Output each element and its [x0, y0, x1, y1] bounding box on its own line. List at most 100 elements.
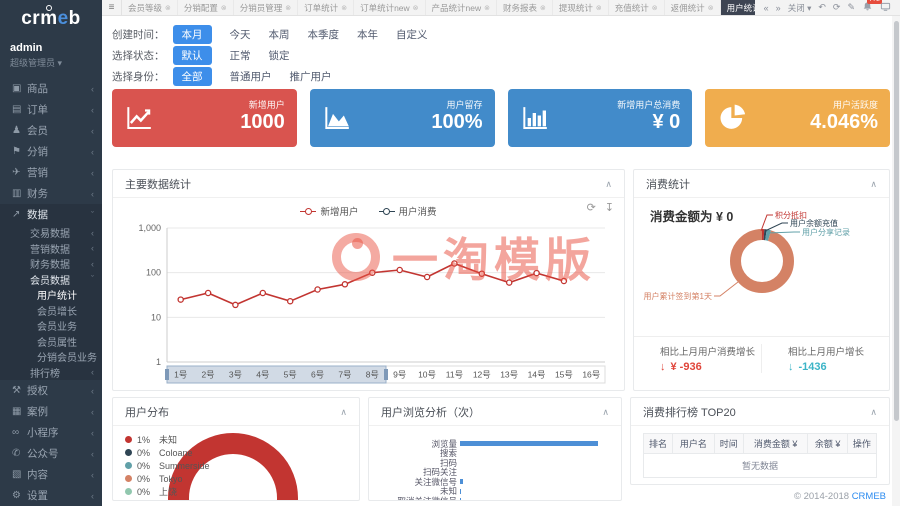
tab-close-icon[interactable]: ⊗: [413, 4, 419, 12]
sidebar-item-授权[interactable]: ⚒授权‹: [0, 380, 102, 401]
chart-download-icon[interactable]: ↧: [605, 201, 614, 214]
collapse-icon[interactable]: ∧: [870, 407, 877, 418]
dist-legend-上饶[interactable]: 0%上饶: [125, 485, 210, 498]
legend-label: Summerside: [159, 461, 210, 471]
filter-option-推广用户[interactable]: 推广用户: [290, 67, 332, 86]
filter-option-今天[interactable]: 今天: [230, 25, 251, 44]
sidebar-item-会员[interactable]: ♟会员‹: [0, 120, 102, 141]
legend-item-用户消费[interactable]: 用户消费: [379, 204, 437, 218]
sidebar-item-排行榜[interactable]: 排行榜‹: [0, 365, 102, 381]
tab-产品统计new[interactable]: 产品统计new⊗: [426, 0, 497, 15]
tab-close-icon[interactable]: ⊗: [596, 4, 602, 12]
filter-option-本周[interactable]: 本周: [269, 25, 290, 44]
tab-close-icon[interactable]: ⊗: [708, 4, 714, 12]
sidebar-item-会员业务[interactable]: 会员业务: [0, 318, 102, 334]
filter-option-本月[interactable]: 本月: [173, 25, 212, 44]
sidebar-item-分销会员业务[interactable]: 分销会员业务: [0, 349, 102, 365]
browse-bar[interactable]: [460, 441, 598, 446]
tab-返佣统计[interactable]: 返佣统计⊗: [665, 0, 721, 15]
tab-close-icon[interactable]: ⊗: [165, 4, 171, 12]
dist-legend-Coloane[interactable]: 0%Coloane: [125, 446, 210, 459]
tab-提现统计[interactable]: 提现统计⊗: [553, 0, 609, 15]
dist-legend-Tokyo[interactable]: 0%Tokyo: [125, 472, 210, 485]
filters: 创建时间：本月今天本周本季度本年自定义选择状态：默认正常锁定选择身份：全部普通用…: [102, 26, 900, 84]
sidebar-item-设置[interactable]: ⚙设置‹: [0, 485, 102, 506]
collapse-icon[interactable]: ∧: [340, 407, 347, 418]
tab-分销配置[interactable]: 分销配置⊗: [178, 0, 234, 15]
sidebar-item-商品[interactable]: ▣商品‹: [0, 78, 102, 99]
tab-会员等级[interactable]: 会员等级⊗: [122, 0, 178, 15]
filter-option-本年[interactable]: 本年: [357, 25, 378, 44]
sidebar-item-订单[interactable]: ▤订单‹: [0, 99, 102, 120]
tab-close-icon[interactable]: ⊗: [341, 4, 347, 12]
tab-订单统计[interactable]: 订单统计⊗: [298, 0, 354, 15]
sidebar-item-交易数据[interactable]: 交易数据‹: [0, 225, 102, 241]
sidebar-item-会员属性[interactable]: 会员属性: [0, 334, 102, 350]
notifications-bell-icon[interactable]: 772: [862, 1, 873, 14]
sidebar-item-财务[interactable]: ▥财务‹: [0, 183, 102, 204]
user-block[interactable]: admin 超级管理员 ▾: [0, 38, 102, 78]
tab-close-icon[interactable]: ⊗: [221, 4, 227, 12]
scrollbar-thumb[interactable]: [894, 21, 899, 421]
filter-option-正常[interactable]: 正常: [230, 46, 251, 65]
crmeb-link[interactable]: CRMEB: [852, 491, 886, 502]
tab-财务报表[interactable]: 财务报表⊗: [497, 0, 553, 15]
undo-icon[interactable]: ↶: [818, 2, 826, 13]
sidebar-item-会员增长[interactable]: 会员增长: [0, 303, 102, 319]
tab-close-icon[interactable]: ⊗: [285, 4, 291, 12]
filter-option-本季度[interactable]: 本季度: [308, 25, 340, 44]
tab-close-icon[interactable]: ⊗: [484, 4, 490, 12]
legend-dot: [125, 436, 132, 443]
tab-分销员管理[interactable]: 分销员管理⊗: [234, 0, 298, 15]
filter-option-自定义[interactable]: 自定义: [396, 25, 428, 44]
chart-legend: 新增用户 用户消费: [113, 204, 624, 218]
panel-consumption: 消费统计 ∧ 消费金额为 ¥ 0 积分抵扣用户余额充值用户分享记录用户累计签到第…: [633, 169, 890, 391]
chevron-left-icon: ‹: [91, 449, 94, 459]
collapse-icon[interactable]: ∧: [870, 179, 877, 190]
browse-bar[interactable]: [460, 498, 461, 501]
crmeb-logo[interactable]: crmeb: [0, 0, 102, 38]
edit-icon[interactable]: ✎: [847, 2, 855, 13]
sidebar-item-分销[interactable]: ⚑分销‹: [0, 141, 102, 162]
sidebar-item-公众号[interactable]: ✆公众号‹: [0, 443, 102, 464]
collapse-icon[interactable]: ∧: [605, 179, 612, 190]
sidebar-item-数据[interactable]: ↗数据ˇ: [0, 204, 102, 225]
filter-option-全部[interactable]: 全部: [173, 67, 212, 86]
sidebar-item-小程序[interactable]: ∞小程序‹: [0, 422, 102, 443]
tab-close-icon[interactable]: ⊗: [652, 4, 658, 12]
dist-legend-Summerside[interactable]: 0%Summerside: [125, 459, 210, 472]
dist-legend-东城[interactable]: 0%东城: [125, 498, 210, 501]
sidebar-item-案例[interactable]: ▦案例‹: [0, 401, 102, 422]
hamburger-menu-icon[interactable]: ≡: [102, 0, 122, 15]
tab-充值统计[interactable]: 充值统计⊗: [609, 0, 665, 15]
filter-label: 创建时间：: [112, 27, 165, 42]
tab-close-icon[interactable]: ⊗: [540, 4, 546, 12]
scroll-tabs-left-icon[interactable]: «: [764, 3, 769, 13]
filter-option-锁定[interactable]: 锁定: [269, 46, 290, 65]
sidebar-item-会员数据[interactable]: 会员数据ˇ: [0, 272, 102, 288]
filter-option-默认[interactable]: 默认: [173, 46, 212, 65]
sidebar-item-财务数据[interactable]: 财务数据‹: [0, 256, 102, 272]
scrollbar-track[interactable]: [892, 16, 900, 506]
refresh-icon[interactable]: ⟳: [833, 2, 841, 13]
scroll-tabs-right-icon[interactable]: »: [776, 3, 781, 13]
sidebar-item-label: 会员: [27, 123, 91, 138]
sidebar-item-营销[interactable]: ✈营销‹: [0, 162, 102, 183]
chart-refresh-icon[interactable]: ⟳: [587, 201, 596, 214]
sidebar-item-营销数据[interactable]: 营销数据‹: [0, 241, 102, 257]
legend-item-新增用户[interactable]: 新增用户: [300, 204, 358, 218]
chevron-down-icon: ▾: [807, 3, 811, 13]
main-line-chart[interactable]: 1101001,0001号2号3号4号5号6号7号8号9号10号11号12号13…: [117, 220, 622, 392]
tab-订单统计new[interactable]: 订单统计new⊗: [354, 0, 425, 15]
sidebar-item-用户统计[interactable]: 用户统计: [0, 287, 102, 303]
sidebar-item-内容[interactable]: ▧内容‹: [0, 464, 102, 485]
close-tabs-dropdown[interactable]: 关闭 ▾: [788, 2, 812, 14]
collapse-icon[interactable]: ∧: [602, 407, 609, 418]
browse-bar[interactable]: [460, 489, 461, 494]
filter-option-普通用户[interactable]: 普通用户: [230, 67, 272, 86]
user-role-dropdown[interactable]: 超级管理员 ▾: [10, 56, 92, 69]
dist-legend-未知[interactable]: 1%未知: [125, 433, 210, 446]
tab-用户统计[interactable]: 用户统计⊗: [721, 0, 755, 15]
sidebar-menu: ▣商品‹▤订单‹♟会员‹⚑分销‹✈营销‹▥财务‹↗数据ˇ交易数据‹营销数据‹财务…: [0, 78, 102, 506]
browse-bar[interactable]: [460, 479, 463, 484]
